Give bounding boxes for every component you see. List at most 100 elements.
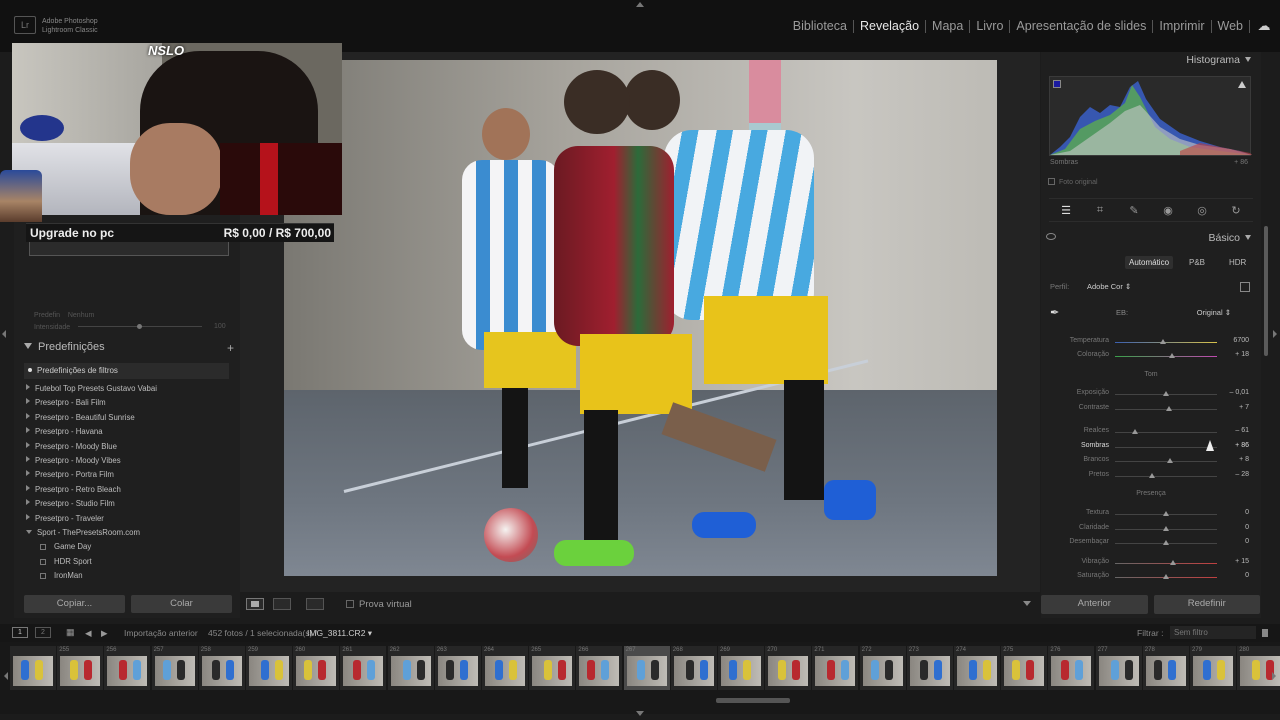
mask-icon[interactable]: ◎ [1195, 203, 1209, 217]
preset-item[interactable]: HDR Sport [24, 555, 229, 569]
slider-knob[interactable] [1163, 391, 1169, 396]
preset-folder[interactable]: Presetpro - Havana [24, 425, 229, 439]
filmstrip-thumbnail[interactable]: 263 [434, 646, 481, 690]
filmstrip-thumbnail[interactable]: 255 [57, 646, 104, 690]
reference-view-button[interactable] [306, 598, 324, 610]
slider-value[interactable]: + 7 [1239, 404, 1249, 411]
slider-sombras[interactable]: Sombras + 86 [1041, 441, 1261, 453]
before-after-button[interactable] [273, 598, 291, 610]
presets-panel-header[interactable]: Predefinições + [24, 341, 236, 357]
module-imprimir[interactable]: Imprimir [1153, 19, 1212, 33]
slider-vibracao[interactable]: Vibração + 15 [1041, 557, 1261, 569]
filmstrip-source[interactable]: Importação anterior [124, 628, 198, 638]
bottom-panel-toggle[interactable] [636, 711, 644, 716]
slider-track[interactable] [1115, 342, 1217, 343]
copy-button[interactable]: Copiar... [24, 595, 125, 613]
preset-item[interactable]: IronMan [24, 569, 229, 583]
preset-folder[interactable]: Sport - ThePresetsRoom.com [24, 526, 229, 540]
slider-knob[interactable] [1163, 574, 1169, 579]
slider-knob[interactable] [1148, 473, 1155, 478]
shadow-clipping-indicator[interactable] [1053, 80, 1061, 88]
filmstrip-thumbnail[interactable]: 280 [1237, 646, 1280, 690]
slider-knob[interactable] [1163, 511, 1169, 516]
filmstrip-thumbnail[interactable]: 276 [1048, 646, 1095, 690]
filmstrip-thumbnail[interactable]: 267 [623, 646, 670, 690]
module-biblioteca[interactable]: Biblioteca [787, 19, 854, 33]
slider-track[interactable] [1115, 563, 1217, 564]
bw-button[interactable]: P&B [1185, 256, 1209, 269]
red-eye-icon[interactable]: ◉ [1161, 203, 1175, 217]
slider-value[interactable]: + 8 [1239, 456, 1249, 463]
slider-track[interactable] [1115, 476, 1217, 477]
slider-pretos[interactable]: Pretos – 28 [1041, 470, 1261, 482]
highlight-clipping-indicator[interactable] [1238, 81, 1246, 88]
reset-button[interactable]: Redefinir [1153, 595, 1260, 614]
forward-arrow-icon[interactable]: ▶ [101, 628, 108, 639]
original-photo-toggle[interactable]: Foto original [1048, 178, 1098, 186]
crop-icon[interactable]: ⌗ [1093, 203, 1107, 217]
filmstrip-thumbnail[interactable]: 265 [529, 646, 576, 690]
filmstrip-thumbnail[interactable]: 278 [1142, 646, 1189, 690]
filmstrip-thumbnail[interactable]: 264 [482, 646, 528, 690]
filmstrip-thumbnail[interactable]: 258 [198, 646, 245, 690]
back-arrow-icon[interactable]: ◀ [85, 628, 92, 639]
current-filename[interactable]: IMG_3811.CR2 ▾ [307, 628, 372, 639]
filmstrip-thumbnail[interactable]: 266 [576, 646, 623, 690]
slider-knob[interactable] [1163, 540, 1169, 545]
histogram[interactable] [1049, 76, 1252, 156]
previous-button[interactable]: Anterior [1041, 595, 1148, 614]
paste-button[interactable]: Colar [131, 595, 232, 613]
slider-desembacar[interactable]: Desembaçar 0 [1041, 537, 1261, 549]
right-panel-toggle[interactable] [1273, 330, 1277, 338]
slider-temperatura[interactable]: Temperatura 6700 [1041, 336, 1261, 348]
slider-value[interactable]: – 61 [1235, 427, 1249, 434]
slider-value[interactable]: 6700 [1233, 337, 1249, 344]
filmstrip-scrollbar[interactable] [716, 698, 790, 703]
main-photo[interactable] [284, 60, 997, 576]
slider-saturacao[interactable]: Saturação 0 [1041, 571, 1261, 583]
edit-sliders-icon[interactable]: ☰ [1059, 203, 1073, 217]
grid-icon[interactable]: ▦ [66, 628, 76, 637]
filmstrip-thumbnail[interactable]: 268 [670, 646, 717, 690]
slider-coloracao[interactable]: Coloração + 18 [1041, 350, 1261, 362]
slider-exposicao[interactable]: Exposição – 0,01 [1041, 388, 1261, 400]
virtual-proof-checkbox[interactable] [346, 600, 354, 608]
slider-textura[interactable]: Textura 0 [1041, 508, 1261, 520]
left-panel-toggle[interactable] [2, 330, 6, 338]
lock-icon[interactable] [1262, 629, 1268, 637]
auto-button[interactable]: Automático [1125, 256, 1174, 269]
slider-value[interactable]: 0 [1245, 509, 1249, 516]
slider-track[interactable] [1115, 432, 1217, 433]
slider-value[interactable]: 0 [1245, 538, 1249, 545]
filmstrip-thumbnail[interactable]: 277 [1095, 646, 1142, 690]
preset-folder[interactable]: Presetpro - Retro Bleach [24, 483, 229, 497]
filmstrip-thumbnail[interactable]: 256 [104, 646, 151, 690]
preset-filter[interactable]: Predefinições de filtros [24, 363, 229, 379]
preset-folder[interactable]: Presetpro - Studio Film [24, 497, 229, 511]
eyedropper-icon[interactable]: ✒ [1050, 306, 1064, 320]
preset-folder[interactable]: Presetpro - Traveler [24, 512, 229, 526]
slider-knob[interactable] [1170, 560, 1177, 565]
profile-browser-grid-icon[interactable] [1240, 282, 1250, 292]
slider-track[interactable] [1115, 356, 1217, 357]
cloud-icon[interactable]: ☁ [1254, 16, 1274, 36]
filter-select[interactable]: Sem filtro [1170, 626, 1256, 639]
slider-knob[interactable] [1167, 458, 1174, 463]
reset-tool-icon[interactable]: ↻ [1229, 203, 1243, 217]
slider-value[interactable]: 0 [1245, 572, 1249, 579]
module-web[interactable]: Web [1212, 19, 1250, 33]
slider-value[interactable]: + 86 [1235, 442, 1249, 449]
filmstrip-thumbnail[interactable]: 273 [906, 646, 953, 690]
intensity-slider-knob[interactable] [137, 324, 142, 329]
preset-folder[interactable]: Presetpro - Bali Film [24, 396, 229, 410]
slider-value[interactable]: – 0,01 [1230, 389, 1249, 396]
filmstrip-thumbnail[interactable]: 279 [1190, 646, 1236, 690]
filmstrip-scroll-right[interactable] [1272, 672, 1276, 680]
secondary-window-button[interactable]: 2 [35, 627, 51, 638]
slider-knob[interactable] [1169, 353, 1176, 358]
histogram-header[interactable]: Histograma [1186, 54, 1251, 66]
filmstrip-thumbnail[interactable]: 271 [812, 646, 859, 690]
basic-panel-header[interactable]: Básico [1041, 230, 1261, 246]
eye-icon[interactable] [1046, 233, 1056, 240]
preset-item[interactable]: Game Day [24, 540, 229, 554]
